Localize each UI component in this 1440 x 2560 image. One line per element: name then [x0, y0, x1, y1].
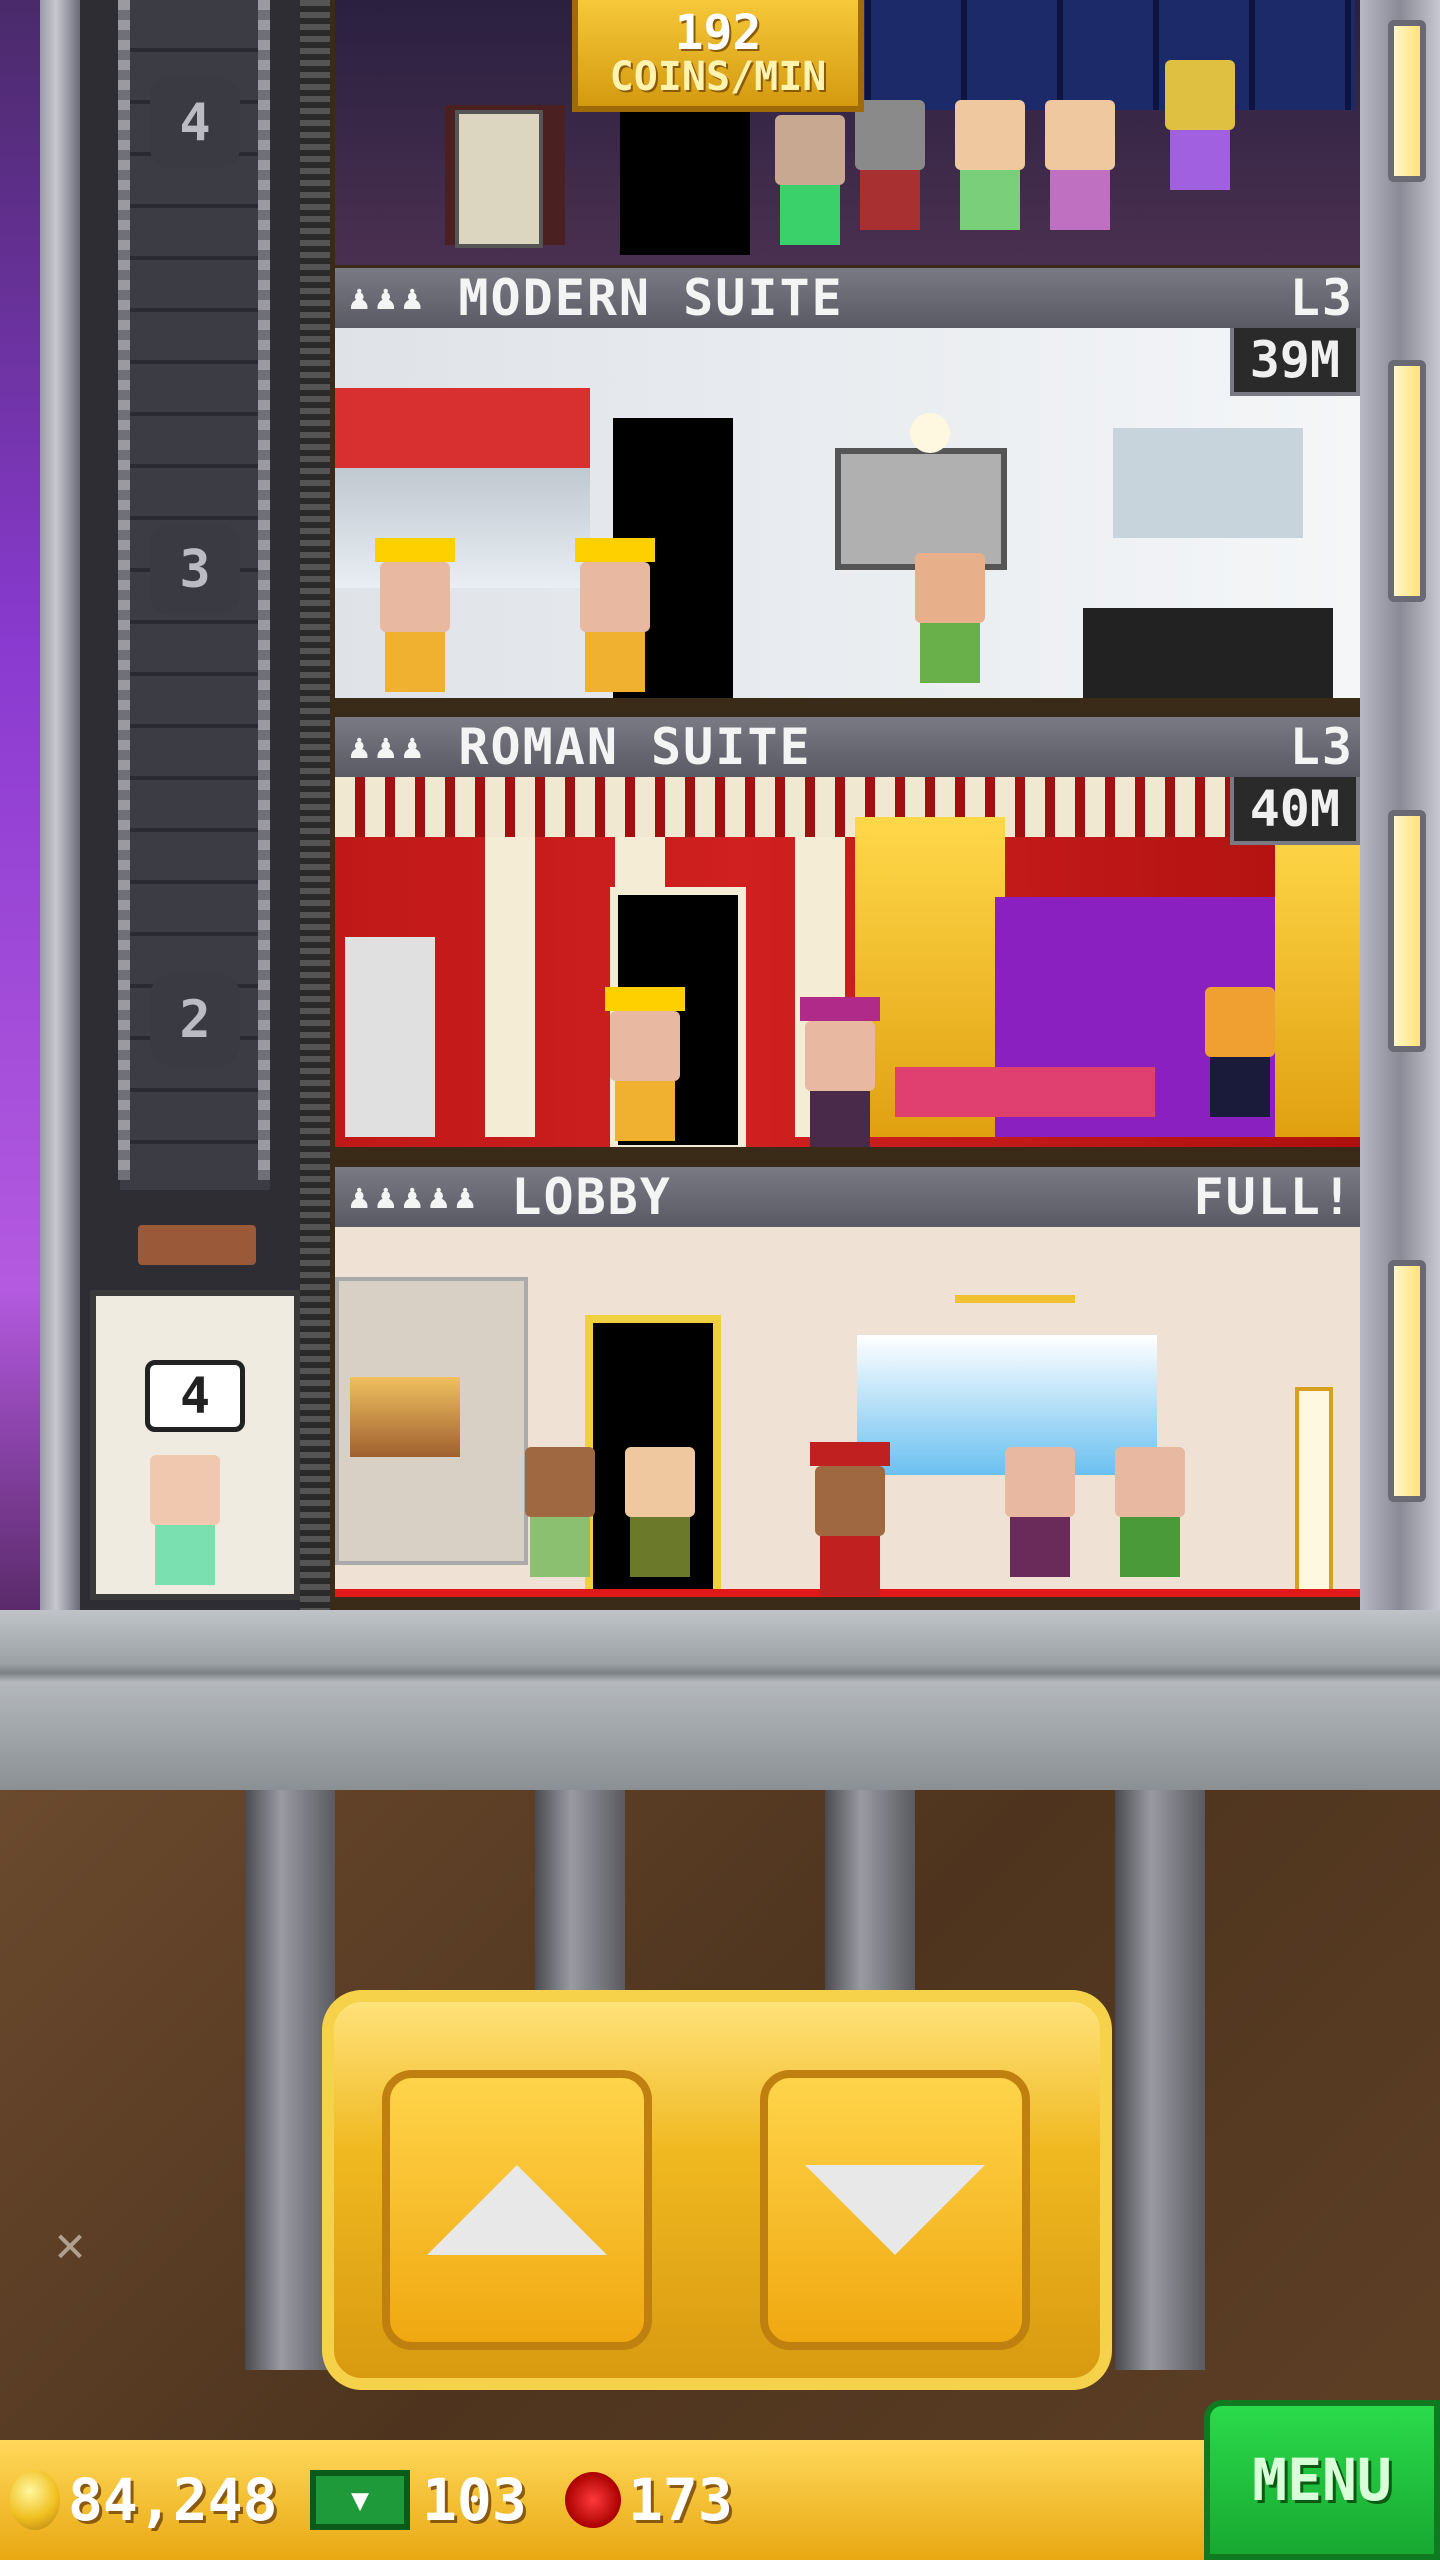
down-arrow-icon	[805, 2165, 985, 2255]
roman-couch	[895, 1067, 1155, 1117]
floor-status: FULL!	[1193, 1168, 1354, 1226]
shaft-floor-number-2: 2	[150, 975, 240, 1065]
elevator-down-button[interactable]	[760, 2070, 1030, 2350]
resident	[955, 100, 1025, 240]
window-light	[1388, 20, 1426, 182]
floor-lamp	[1295, 1387, 1333, 1595]
floor-label-modern-suite[interactable]: ♟♟♟ MODERN SUITE L3	[335, 268, 1360, 328]
roman-suite-room[interactable]	[335, 777, 1360, 1147]
pendant-lamp-icon	[910, 413, 950, 453]
sky-background	[0, 0, 40, 1610]
resident	[1005, 1447, 1075, 1587]
occupancy-icons: ♟♟♟	[349, 278, 429, 318]
shaft-floor-number-4: 4	[150, 78, 240, 168]
resident	[1165, 60, 1235, 200]
sunset-picture	[350, 1377, 460, 1457]
occupancy-icons: ♟♟♟	[349, 727, 429, 767]
wall-painting	[835, 448, 1007, 570]
tower-left-wall	[40, 0, 80, 1610]
resident	[1205, 987, 1275, 1127]
coins-per-minute-banner[interactable]: 192 COINS/MIN	[572, 0, 864, 112]
menu-button[interactable]: MENU	[1204, 2400, 1440, 2560]
bookshelf	[1113, 428, 1303, 538]
window-light	[1388, 810, 1426, 1052]
bone-icon: ✕	[55, 2215, 86, 2273]
tower-bux-icon: ▼	[310, 2470, 410, 2530]
floor-name: MODERN SUITE	[458, 269, 844, 327]
bux-balance[interactable]: 103	[422, 2455, 527, 2545]
occupancy-icons: ♟♟♟♟♟	[349, 1177, 482, 1217]
resident	[915, 553, 985, 693]
elevator-passenger	[150, 1455, 220, 1585]
resident	[525, 1447, 595, 1587]
gold-curtain-right	[1275, 817, 1360, 1137]
floor-name: LOBBY	[511, 1168, 672, 1226]
support-pillar	[1115, 1790, 1205, 2370]
bellhop-resident	[810, 1442, 890, 1596]
firefighter-resident	[605, 987, 685, 1141]
income-tag-modern-suite[interactable]: 39M	[1229, 328, 1360, 396]
coins-per-minute-value: 192	[674, 5, 762, 61]
shaft-cable-left	[118, 0, 130, 1180]
floor-level: L3	[1289, 718, 1354, 776]
gem-icon	[565, 2472, 621, 2528]
resident	[1045, 100, 1115, 240]
shaft-rail-post	[300, 0, 330, 1610]
frieze	[335, 777, 1360, 837]
coin-icon	[10, 2470, 60, 2530]
elevator-up-button[interactable]	[382, 2070, 652, 2350]
lobby-room[interactable]	[335, 1227, 1360, 1597]
column	[485, 837, 535, 1137]
resident	[855, 100, 925, 240]
ground-floor-beam	[0, 1610, 1440, 1790]
floor-level: L3	[1289, 269, 1354, 327]
chandelier-icon	[955, 1235, 1075, 1303]
elevator-counterweight	[138, 1225, 256, 1265]
resident	[800, 997, 880, 1147]
arcade-machine	[455, 110, 543, 248]
red-awning	[335, 388, 590, 588]
bed	[1083, 608, 1333, 698]
room-doorway	[620, 110, 750, 255]
income-tag-roman-suite[interactable]: 40M	[1229, 777, 1360, 845]
resident	[1115, 1447, 1185, 1587]
coins-balance[interactable]: 84,248	[68, 2455, 278, 2545]
window-light	[1388, 360, 1426, 602]
shaft-floor-number-3: 3	[150, 525, 240, 615]
window-light	[1388, 1260, 1426, 1502]
coins-per-minute-unit: COINS/MIN	[609, 54, 827, 100]
statue	[345, 937, 435, 1137]
gems-balance[interactable]: 173	[628, 2455, 733, 2545]
firefighter-resident	[375, 538, 455, 692]
shaft-cable-right	[258, 0, 270, 1180]
resident	[625, 1447, 695, 1587]
floor-name: ROMAN SUITE	[458, 718, 812, 776]
elevator-destination-badge: 4	[145, 1360, 245, 1432]
floor-label-lobby[interactable]: ♟♟♟♟♟ LOBBY FULL!	[335, 1167, 1360, 1227]
up-arrow-icon	[427, 2165, 607, 2255]
modern-suite-room[interactable]	[335, 328, 1360, 698]
firefighter-resident	[575, 538, 655, 692]
floor-label-roman-suite[interactable]: ♟♟♟ ROMAN SUITE L3	[335, 717, 1360, 777]
resident	[775, 115, 845, 255]
